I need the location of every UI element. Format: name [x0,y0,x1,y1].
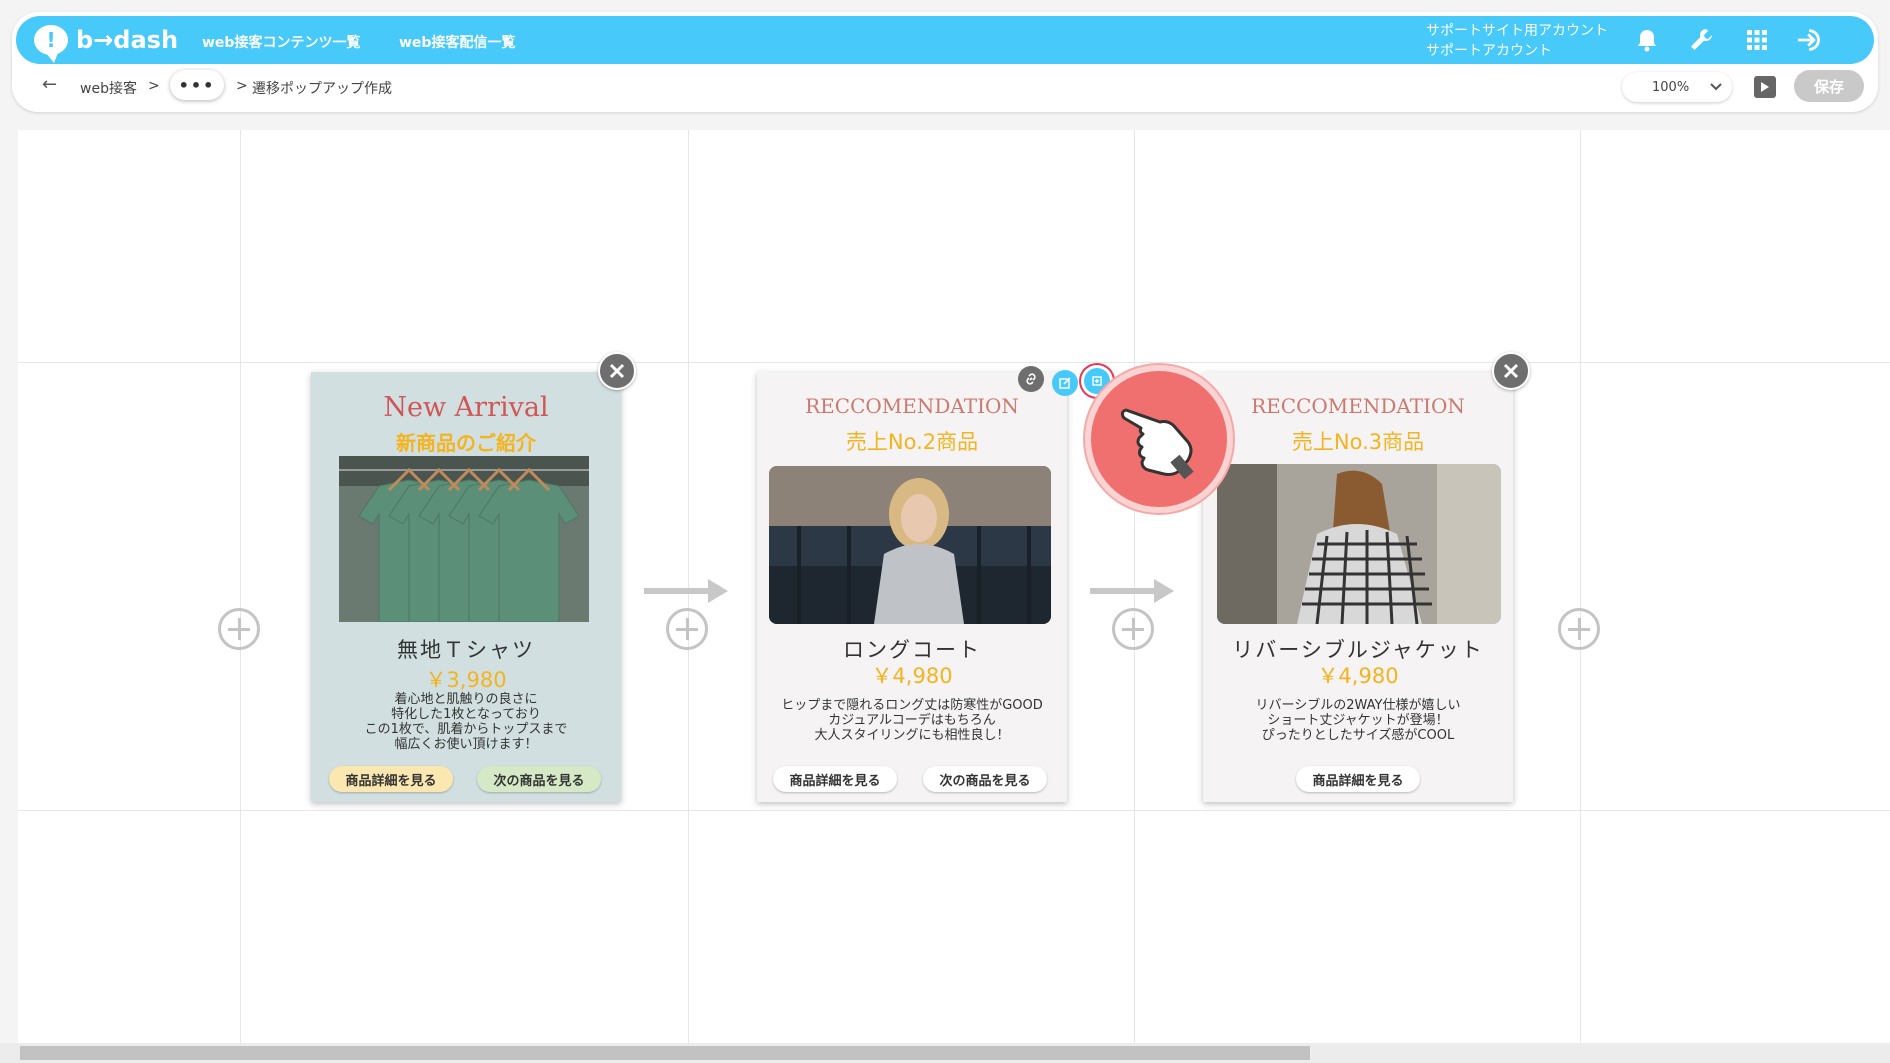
product-name: 無地Ｔシャツ [397,638,535,662]
flow-arrow [1090,579,1174,603]
breadcrumb-separator: > [236,78,248,94]
product-price: ￥4,980 [1317,664,1399,688]
close-icon[interactable] [598,352,636,390]
close-icon[interactable] [1492,352,1530,390]
popup-card-2[interactable]: RECCOMENDATION 売上No.2商品 ロングコート ￥4,980 ヒッ… [757,372,1067,802]
logo-bubble-icon: ! [34,25,68,63]
logout-icon[interactable] [1796,26,1826,54]
account-info[interactable]: サポートサイト用アカウント サポートアカウント [1426,21,1608,61]
preview-play-button[interactable] [1754,76,1776,98]
add-step-button[interactable] [218,608,260,650]
grid-line [240,130,241,1045]
edit-icon[interactable] [1052,370,1078,396]
zoom-select[interactable]: 100% [1622,72,1732,102]
nav-delivery-list[interactable]: web接客配信一覧 [399,32,515,52]
horizontal-scrollbar[interactable] [0,1043,1890,1063]
nav-contents-list[interactable]: web接客コンテンツ一覧 [202,32,360,52]
card-subtitle: 新商品のご紹介 [396,431,536,455]
bell-icon[interactable] [1632,26,1662,54]
link-icon[interactable] [1018,366,1044,392]
logo-text: b→dash [76,26,179,54]
grid-line [18,810,1890,811]
scrollbar-thumb[interactable] [20,1046,1310,1060]
add-step-button[interactable] [1558,608,1600,650]
account-sub: サポートアカウント [1426,43,1552,59]
product-detail-button[interactable]: 商品詳細を見る [1296,766,1420,792]
grid-line [18,362,1890,363]
breadcrumb: ← web接客 > ••• > 遷移ポップアップ作成 100% 保存 [12,64,1878,110]
chevron-down-icon [1710,83,1722,91]
product-description: リバーシブルの2WAY仕様が嬉しい ショート丈ジャケットが登場！ ぴったりとした… [1255,698,1461,743]
save-button[interactable]: 保存 [1794,70,1864,102]
flow-arrow [644,579,728,603]
add-step-button[interactable] [1112,608,1154,650]
popup-card-3[interactable]: RECCOMENDATION 売上No.3商品 リバーシブルジャケット ￥4,9… [1203,372,1513,802]
product-image-tshirts [339,456,589,622]
breadcrumb-root[interactable]: web接客 [80,78,137,98]
product-description: ヒップまで隠れるロング丈は防寒性がGOOD カジュアルコーデはもちろん 大人スタ… [781,698,1043,743]
card-title: RECCOMENDATION [805,394,1019,418]
top-nav-bar: ! b→dash web接客コンテンツ一覧 web接客配信一覧 サポートサイト用… [16,16,1874,64]
logo[interactable]: ! b→dash [34,22,179,63]
grid-icon[interactable] [1742,26,1772,54]
tap-pointer-icon [1085,365,1233,513]
product-description: 着心地と肌触りの良さに 特化した1枚となっており この1枚で、肌着からトップスま… [364,692,568,752]
card-subtitle: 売上No.2商品 [845,430,979,454]
breadcrumb-separator: > [148,78,160,94]
play-icon [1761,82,1769,92]
flow-canvas[interactable]: New Arrival 新商品のご紹介 無地Ｔシャツ ￥3,980 着心地と肌触… [18,130,1890,1045]
wrench-icon[interactable] [1686,26,1716,54]
card-title: New Arrival [383,392,549,423]
breadcrumb-current: 遷移ポップアップ作成 [252,81,392,97]
product-detail-button[interactable]: 商品詳細を見る [329,766,453,792]
grid-line [1580,130,1581,1045]
app-frame: ! b→dash web接客コンテンツ一覧 web接客配信一覧 サポートサイト用… [0,0,1890,1063]
next-product-button[interactable]: 次の商品を見る [477,766,601,792]
back-arrow-icon[interactable]: ← [42,74,57,95]
product-image-reversible-jacket [1217,464,1501,624]
zoom-value: 100% [1652,79,1690,95]
product-price: ￥4,980 [871,664,953,688]
card-subtitle: 売上No.3商品 [1291,430,1425,454]
card-title: RECCOMENDATION [1251,394,1465,418]
account-name: サポートサイト用アカウント [1426,23,1608,39]
popup-card-1[interactable]: New Arrival 新商品のご紹介 無地Ｔシャツ ￥3,980 着心地と肌触… [311,372,621,802]
product-price: ￥3,980 [425,668,507,692]
product-detail-button[interactable]: 商品詳細を見る [773,766,897,792]
product-image-long-coat [769,466,1051,624]
add-step-button[interactable] [666,608,708,650]
breadcrumb-ellipsis[interactable]: ••• [170,70,224,100]
next-product-button[interactable]: 次の商品を見る [923,766,1047,792]
